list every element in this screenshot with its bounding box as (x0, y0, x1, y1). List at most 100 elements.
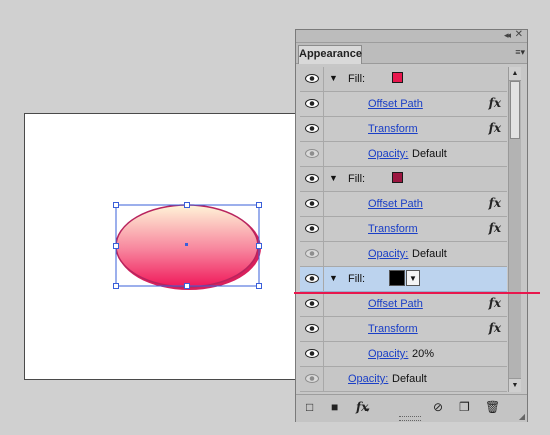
opacity-value: 20% (412, 348, 435, 360)
effect-link-offset-path[interactable]: Offset Path (368, 298, 423, 310)
add-new-fill-icon[interactable]: ■ (331, 400, 338, 414)
add-new-stroke-icon[interactable]: □ (306, 400, 313, 414)
fx-icon[interactable]: fx (489, 221, 501, 235)
eye-icon (305, 174, 319, 183)
effect-row[interactable]: Transform fx (300, 117, 507, 142)
scroll-down-icon[interactable]: ▼ (509, 378, 521, 392)
handle-bottom-right[interactable] (256, 283, 262, 289)
fx-icon[interactable]: fx (489, 321, 501, 335)
tab-appearance[interactable]: Appearance (298, 45, 362, 64)
fill-row-selected[interactable]: ▼ Fill: ▼ (300, 267, 507, 292)
visibility-toggle[interactable] (300, 217, 324, 241)
fx-icon[interactable]: fx (489, 121, 501, 135)
effect-row[interactable]: Transform fx (300, 317, 507, 342)
clear-appearance-icon[interactable]: ⊘ (433, 400, 443, 414)
fx-icon[interactable]: fx (489, 196, 501, 210)
effect-row[interactable]: Offset Path fx (300, 92, 507, 117)
scroll-up-icon[interactable]: ▲ (509, 67, 521, 81)
visibility-toggle[interactable] (300, 342, 324, 366)
eye-icon (305, 374, 319, 383)
eye-icon (305, 199, 319, 208)
annotation-line (294, 292, 540, 294)
visibility-toggle[interactable] (300, 292, 324, 316)
fill-row[interactable]: ▼ Fill: (300, 67, 507, 92)
scroll-thumb[interactable] (510, 81, 520, 139)
eye-icon (305, 349, 319, 358)
visibility-toggle[interactable] (300, 142, 324, 166)
opacity-value: Default (412, 248, 447, 260)
effect-dropdown-icon[interactable]: ▾ (366, 404, 370, 418)
opacity-row[interactable]: Opacity: Default (300, 242, 507, 267)
visibility-toggle[interactable] (300, 367, 324, 391)
fill-swatch[interactable] (392, 72, 403, 83)
panel-bottom-toolbar: □ ■ fx ▾ ⊘ ❐ 🗑 ◢ (296, 394, 527, 422)
visibility-toggle[interactable] (300, 92, 324, 116)
visibility-toggle[interactable] (300, 242, 324, 266)
opacity-value: Default (392, 373, 427, 385)
handle-top-left[interactable] (113, 202, 119, 208)
fill-label: Fill: (348, 273, 366, 285)
effect-link-transform[interactable]: Transform (368, 223, 418, 235)
fx-icon[interactable]: fx (489, 96, 501, 110)
vertical-scrollbar[interactable]: ▲ ▼ (508, 67, 521, 392)
swatch-dropdown-icon[interactable]: ▼ (406, 270, 420, 286)
handle-bottom-center[interactable] (184, 283, 190, 289)
visibility-toggle[interactable] (300, 117, 324, 141)
disclosure-triangle-icon[interactable]: ▼ (329, 273, 338, 283)
opacity-link[interactable]: Opacity: (368, 148, 408, 160)
handle-top-right[interactable] (256, 202, 262, 208)
effect-link-transform[interactable]: Transform (368, 123, 418, 135)
fill-swatch[interactable] (389, 270, 405, 286)
disclosure-triangle-icon[interactable]: ▼ (329, 73, 338, 83)
appearance-attribute-list: ▼ Fill: Offset Path fx Transform fx Opac (300, 67, 507, 392)
eye-icon (305, 299, 319, 308)
panel-tab-strip: Appearance ≡▾ (296, 43, 527, 64)
eye-icon (305, 274, 319, 283)
eye-icon (305, 249, 319, 258)
effect-row[interactable]: Offset Path fx (300, 292, 507, 317)
opacity-row[interactable]: Opacity: 20% (300, 342, 507, 367)
opacity-row[interactable]: Opacity: Default (300, 142, 507, 167)
visibility-toggle[interactable] (300, 67, 324, 91)
eye-icon (305, 324, 319, 333)
opacity-link[interactable]: Opacity: (368, 348, 408, 360)
eye-icon (305, 124, 319, 133)
corner-resize-icon[interactable]: ◢ (519, 412, 525, 421)
panel-title-bar[interactable]: ◂◂ ✕ (296, 29, 527, 43)
eye-icon (305, 74, 319, 83)
eye-icon (305, 224, 319, 233)
object-opacity-row[interactable]: Opacity: Default (300, 367, 507, 392)
effect-row[interactable]: Offset Path fx (300, 192, 507, 217)
effect-row[interactable]: Transform fx (300, 217, 507, 242)
handle-top-center[interactable] (184, 202, 190, 208)
opacity-link[interactable]: Opacity: (368, 248, 408, 260)
close-panel-icon[interactable]: ✕ (515, 29, 523, 41)
collapse-panel-icon[interactable]: ◂◂ (504, 30, 511, 41)
effect-link-transform[interactable]: Transform (368, 323, 418, 335)
visibility-toggle[interactable] (300, 192, 324, 216)
fill-label: Fill: (348, 73, 366, 85)
effect-link-offset-path[interactable]: Offset Path (368, 98, 423, 110)
effect-link-offset-path[interactable]: Offset Path (368, 198, 423, 210)
panel-resize-grip[interactable] (399, 416, 421, 421)
fill-swatch[interactable] (392, 172, 403, 183)
opacity-value: Default (412, 148, 447, 160)
visibility-toggle[interactable] (300, 317, 324, 341)
handle-bottom-left[interactable] (113, 283, 119, 289)
fx-icon[interactable]: fx (489, 296, 501, 310)
visibility-toggle[interactable] (300, 167, 324, 191)
fill-row[interactable]: ▼ Fill: (300, 167, 507, 192)
delete-item-icon[interactable]: 🗑 (485, 400, 500, 414)
duplicate-item-icon[interactable]: ❐ (459, 400, 470, 414)
handle-middle-left[interactable] (113, 243, 119, 249)
fill-label: Fill: (348, 173, 366, 185)
appearance-panel: ◂◂ ✕ Appearance ≡▾ ▼ Fill: Offset Path f… (295, 29, 528, 422)
center-point (185, 243, 188, 246)
panel-menu-icon[interactable]: ≡▾ (515, 46, 525, 58)
eye-icon (305, 149, 319, 158)
handle-middle-right[interactable] (256, 243, 262, 249)
disclosure-triangle-icon[interactable]: ▼ (329, 173, 338, 183)
eye-icon (305, 99, 319, 108)
visibility-toggle[interactable] (300, 267, 324, 291)
opacity-link[interactable]: Opacity: (348, 373, 388, 385)
